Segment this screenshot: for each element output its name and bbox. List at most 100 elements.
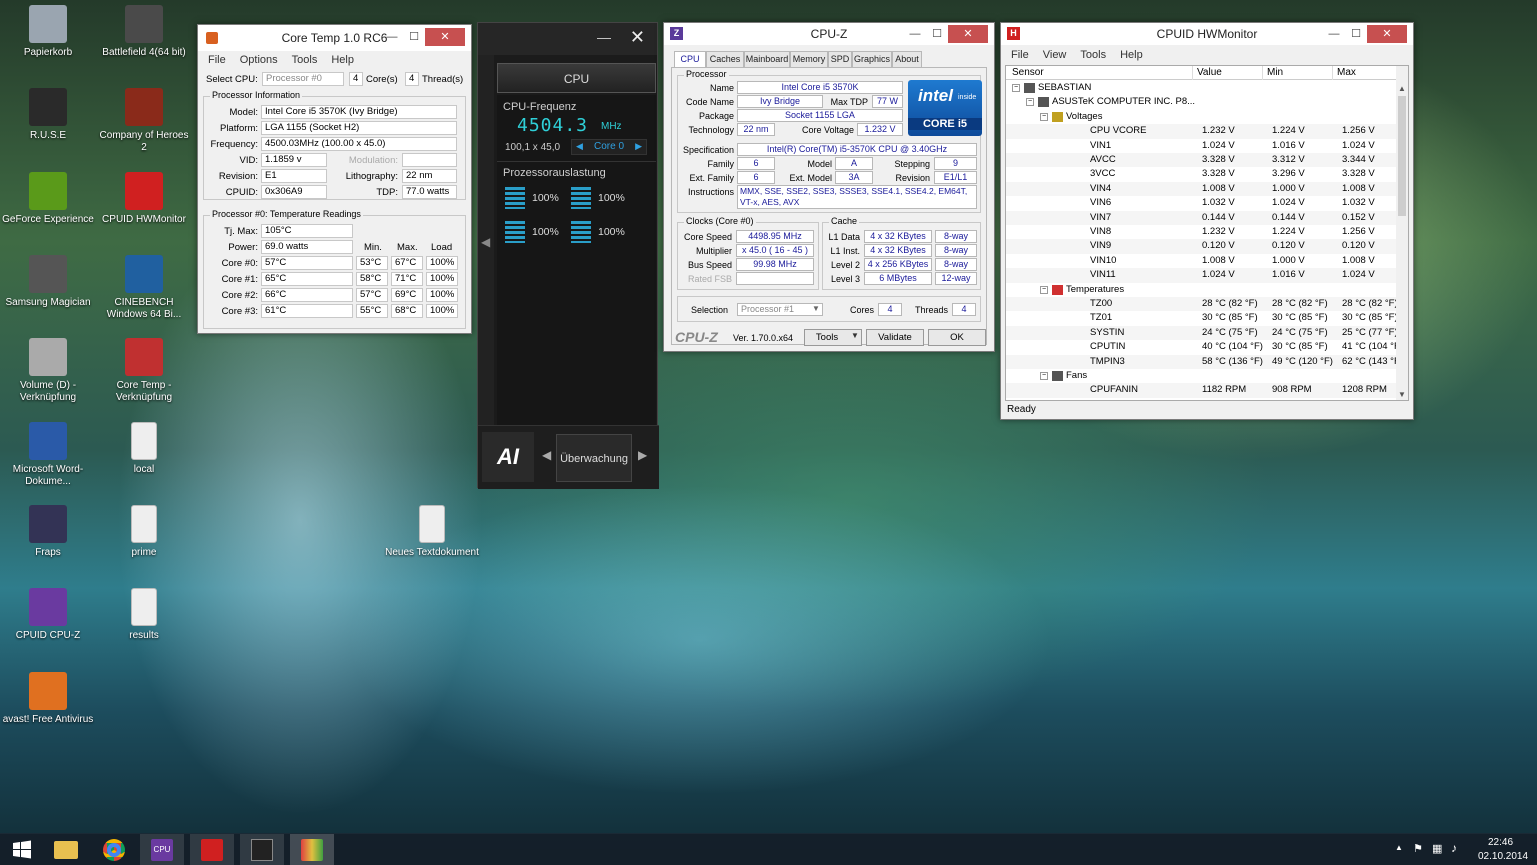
desktop-icon[interactable]: Neues Textdokument [384,505,480,559]
chevron-down-icon[interactable]: ▼ [1398,390,1406,399]
desktop-icon[interactable]: prime [96,505,192,559]
desktop-icon[interactable]: CPUID CPU-Z [0,588,96,642]
collapse-icon[interactable]: − [1040,112,1048,121]
taskbar-hwmonitor[interactable] [190,834,234,865]
sensor-row[interactable]: VIN1 1.024 V 1.016 V 1.024 V [1006,139,1398,153]
scrollbar[interactable]: ▲ ▼ [1396,66,1408,400]
sensor-row[interactable]: AVCC 3.328 V 3.312 V 3.344 V [1006,153,1398,168]
select-cpu-dropdown[interactable]: Processor #0 [262,72,344,86]
sensor-row[interactable]: CPUFANIN 1182 RPM 908 RPM 1208 RPM [1006,383,1398,398]
collapse-icon[interactable]: − [1012,84,1020,92]
ai-side-handle[interactable]: ◀ [478,55,494,425]
network-icon[interactable]: ▦ [1432,842,1442,855]
tree-node[interactable]: − Temperatures [1006,283,1398,297]
minimize-icon[interactable]: — [1323,25,1345,43]
tree-node[interactable]: − Voltages [1006,110,1398,124]
taskbar-cpuz[interactable]: CPU [140,834,184,865]
col-max[interactable]: Max [1332,66,1356,80]
menu-view[interactable]: View [1043,49,1067,61]
menu-help[interactable]: Help [1120,49,1143,61]
arrow-left-icon[interactable]: ◀ [576,141,583,152]
ok-button[interactable]: OK [928,329,986,346]
col-sensor[interactable]: Sensor [1012,67,1044,78]
clock-time[interactable]: 22:46 [1488,837,1513,848]
sensor-row[interactable]: VIN11 1.024 V 1.016 V 1.024 V [1006,268,1398,283]
desktop-icon[interactable]: Papierkorb [0,5,96,59]
arrow-left-icon[interactable]: ◀ [542,448,551,462]
desktop-icon[interactable]: Company of Heroes 2 [96,88,192,154]
taskbar-explorer[interactable] [44,834,88,865]
sensor-row[interactable]: SYSTIN 24 °C (75 °F) 24 °C (75 °F) 25 °C (7… [1006,325,1398,341]
start-button[interactable] [0,834,44,865]
desktop-icon[interactable]: Microsoft Word-Dokume... [0,422,96,488]
tab-graphics[interactable]: Graphics [852,51,892,67]
menu-options[interactable]: Options [240,54,278,66]
sensor-row[interactable]: CPUTIN 40 °C (104 °F) 30 °C (85 °F) 41 °C (… [1006,340,1403,354]
collapse-icon[interactable]: − [1040,372,1048,380]
maximize-icon[interactable]: ☐ [926,25,948,43]
sensor-row[interactable]: VIN4 1.008 V 1.000 V 1.008 V [1006,181,1398,197]
desktop-icon[interactable]: results [96,588,192,642]
taskbar-coretemp[interactable] [290,834,334,865]
desktop-icon[interactable]: Core Temp - Verknüpfung [96,338,192,404]
validate-button[interactable]: Validate [866,329,924,346]
close-icon[interactable]: ✕ [630,27,645,48]
volume-icon[interactable]: ♪ [1451,841,1457,855]
tab-about[interactable]: About [892,51,922,67]
close-icon[interactable]: ✕ [948,25,988,43]
desktop-icon[interactable]: GeForce Experience [0,172,96,226]
taskbar-aisuite[interactable] [240,834,284,865]
mode-button[interactable]: Überwachung [556,434,632,482]
collapse-icon[interactable]: − [1026,98,1034,107]
chevron-down-icon[interactable]: ▼ [812,304,820,313]
desktop-icon[interactable]: CINEBENCH Windows 64 Bi... [96,255,192,321]
sensor-row[interactable]: 3VCC 3.328 V 3.296 V 3.328 V [1006,167,1398,181]
sensor-row[interactable]: TZ00 28 °C (82 °F) 28 °C (82 °F) 28 °C (82 … [1006,297,1398,312]
desktop-icon[interactable]: Battlefield 4(64 bit) [96,5,192,59]
tree-node[interactable]: − Fans [1006,369,1398,383]
minimize-icon[interactable]: — [381,28,403,46]
sensor-row[interactable]: VIN7 0.144 V 0.144 V 0.152 V [1006,210,1398,225]
sensor-row[interactable]: VIN6 1.032 V 1.024 V 1.032 V [1006,196,1398,210]
tab-memory[interactable]: Memory [790,51,828,67]
tab-spd[interactable]: SPD [828,51,852,67]
arrow-right-icon[interactable]: ▶ [638,448,647,462]
scrollbar-thumb[interactable] [1398,96,1406,216]
chevron-up-icon[interactable]: ▲ [1398,84,1406,93]
arrow-left-icon[interactable]: ◀ [481,235,490,249]
tree-node[interactable]: − SEBASTIAN [1006,81,1398,95]
sensor-row[interactable]: VIN9 0.120 V 0.120 V 0.120 V [1006,239,1398,254]
ai-titlebar[interactable]: — ✕ [478,23,657,55]
tree-node[interactable]: − ASUSTeK COMPUTER INC. P8... [1006,95,1398,109]
desktop-icon[interactable]: CPUID HWMonitor [96,172,192,226]
menu-tools[interactable]: Tools [1080,49,1106,61]
menu-help[interactable]: Help [331,54,354,66]
sensor-row[interactable]: TZ01 30 °C (85 °F) 30 °C (85 °F) 30 °C (85 … [1006,311,1398,325]
minimize-icon[interactable]: — [904,25,926,43]
sensor-row[interactable]: CPU VCORE 1.232 V 1.224 V 1.256 V [1006,124,1398,139]
clock-date[interactable]: 02.10.2014 [1478,851,1528,862]
taskbar-chrome[interactable] [92,834,136,865]
tab-cpu[interactable]: CPU [674,51,706,67]
sensor-row[interactable]: VIN10 1.008 V 1.000 V 1.008 V [1006,254,1398,268]
coretemp-titlebar[interactable]: Core Temp 1.0 RC6 — ☐ ✕ [198,25,471,51]
desktop-icon[interactable]: avast! Free Antivirus [0,672,96,726]
maximize-icon[interactable]: ☐ [403,28,425,46]
menu-tools[interactable]: Tools [292,54,318,66]
tab-mainboard[interactable]: Mainboard [744,51,790,67]
desktop-icon[interactable]: Volume (D) - Verknüpfung [0,338,96,404]
sensor-row[interactable]: VIN8 1.232 V 1.224 V 1.256 V [1006,225,1398,239]
collapse-icon[interactable]: − [1040,285,1048,294]
cpuz-titlebar[interactable]: Z CPU-Z — ☐ ✕ [664,23,994,45]
close-icon[interactable]: ✕ [1367,25,1407,43]
maximize-icon[interactable]: ☐ [1345,25,1367,43]
tray-chevron-up-icon[interactable]: ▲ [1395,843,1403,852]
tab-caches[interactable]: Caches [706,51,744,67]
menu-file[interactable]: File [208,54,226,66]
hwmonitor-titlebar[interactable]: H CPUID HWMonitor — ☐ ✕ [1001,23,1413,45]
desktop-icon[interactable]: Samsung Magician [0,255,96,309]
core-selector[interactable]: ◀ Core 0 ▶ [571,139,647,155]
flag-icon[interactable]: ⚑ [1413,842,1423,855]
menu-file[interactable]: File [1011,49,1029,61]
desktop-icon[interactable]: R.U.S.E [0,88,96,142]
